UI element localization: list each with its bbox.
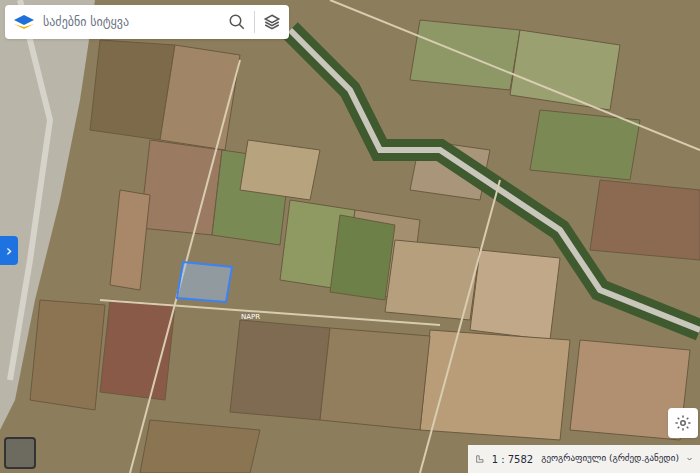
status-bar: 1 : 7582 გეოგრაფიული (გრძედ.განედი) [468, 445, 700, 473]
chevron-down-icon[interactable] [687, 455, 692, 463]
road-label: NAPR [241, 314, 260, 321]
scale-text: 1 : 7582 [492, 452, 534, 467]
aerial-map[interactable] [0, 0, 700, 473]
basemap-switch[interactable] [4, 437, 36, 469]
search-bar [5, 5, 289, 39]
logo-icon [13, 14, 35, 30]
search-icon[interactable] [228, 13, 246, 31]
search-input[interactable] [43, 13, 220, 31]
map-app: NAPR › 1 : 7582 გეოგრაფიული (გრძედ.განედი) [0, 0, 700, 473]
projection-select[interactable]: გეოგრაფიული (გრძედ.განედი) [541, 452, 679, 466]
settings-button[interactable] [668, 408, 698, 438]
side-panel-toggle[interactable]: › [0, 236, 18, 265]
layers-icon[interactable] [263, 13, 281, 31]
highlighted-parcel[interactable] [177, 262, 232, 302]
gear-icon [674, 414, 692, 432]
ruler-icon[interactable] [476, 453, 484, 465]
